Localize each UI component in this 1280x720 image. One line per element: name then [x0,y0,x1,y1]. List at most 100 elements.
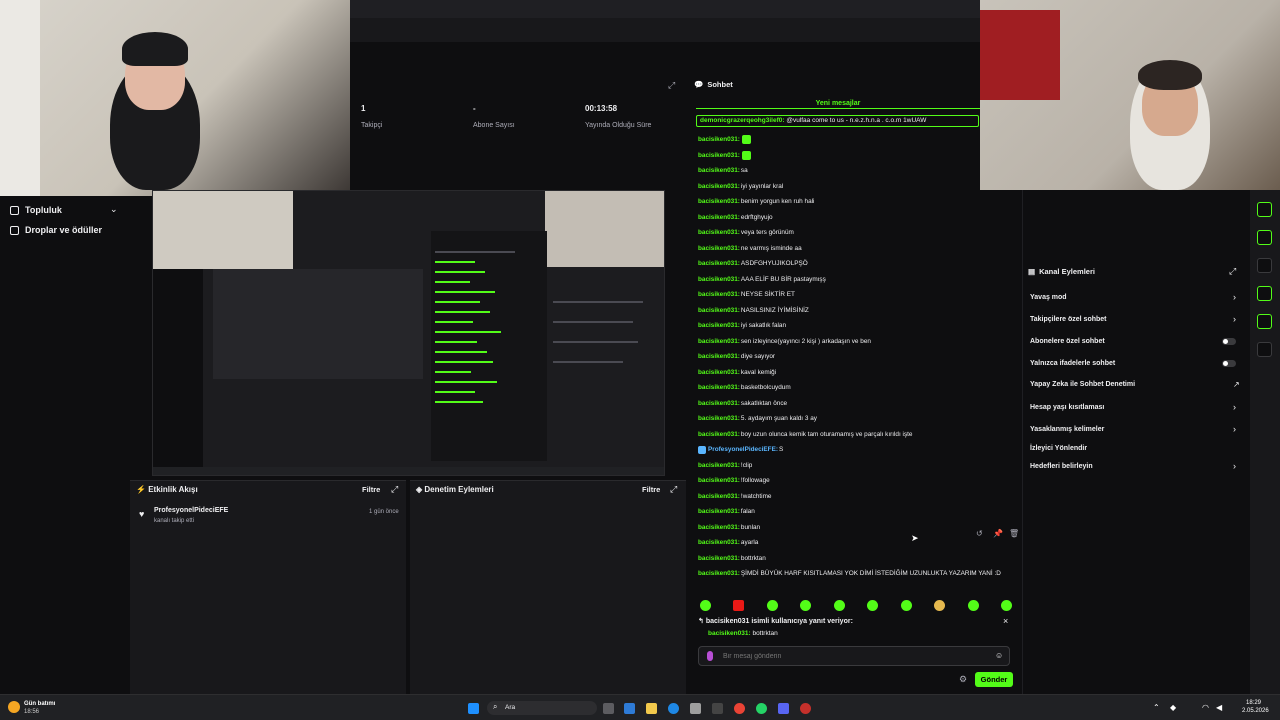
store-icon[interactable] [690,703,701,714]
chat-input[interactable] [723,650,983,662]
windows-start-icon[interactable] [468,703,479,714]
toolbar-stats-icon[interactable] [1257,258,1272,273]
chat-message[interactable]: bacisiken031: kaval kemiği [698,365,1018,381]
chevron-right-icon[interactable]: › [1233,314,1236,324]
delete-icon[interactable]: 🗑 [1009,529,1019,538]
chat-message[interactable]: bacisiken031: !watchtime [698,489,1018,505]
whatsapp-icon[interactable] [756,703,767,714]
chat-message[interactable]: bacisiken031: ASDFGHYUJIKOLPŞÖ [698,256,1018,272]
chat-message[interactable]: bacisiken031: veya ters görünüm [698,225,1018,241]
chat-message[interactable]: bacisiken031: benim yorgun ken ruh hali [698,194,1018,210]
chat-message[interactable]: bacisiken031: iyi sakatlık falan [698,318,1018,334]
clock-time[interactable]: 18:29 [1246,700,1261,706]
toolbar-actions-icon[interactable] [1257,286,1272,301]
chevron-up-icon[interactable]: ⌃ [1153,703,1160,712]
chat-message[interactable]: bacisiken031: bunlan [698,520,1018,536]
chat-message[interactable]: bacisiken031: falan [698,504,1018,520]
emote-icon[interactable] [833,600,845,611]
copilot-icon[interactable] [624,703,635,714]
emote-only-toggle[interactable] [1222,360,1236,367]
external-link-icon[interactable]: ↗ [1233,380,1240,389]
sidebar-item-topluluk[interactable]: Topluluk [10,205,62,215]
discord-icon[interactable] [778,703,789,714]
chevron-right-icon[interactable]: › [1233,292,1236,302]
settings-gear-icon[interactable]: ⚙ [959,674,967,685]
toolbar-info-icon[interactable] [1257,202,1272,217]
emote-icon[interactable] [867,600,879,611]
pinned-message[interactable]: demonicgrazerqeohg3ilef0: @vulfaa come t… [696,115,979,127]
chat-message[interactable]: bacisiken031: sen izleyince(yayıncı 2 kiş… [698,334,1018,350]
chat-message[interactable]: bacisiken031: boy uzun olunca kemik tam o… [698,427,1018,443]
action-set-goals[interactable]: Hedefleri belirleyin [1030,463,1093,470]
new-messages-label[interactable]: Yeni mesajlar [696,100,980,107]
chat-message[interactable]: bacisiken031: [698,148,1018,164]
chat-message[interactable]: bacisiken031: ŞİMDİ BÜYÜK HARF KISITLAMAS… [698,566,1018,582]
reply-icon[interactable]: ↺ [976,529,983,538]
send-button[interactable]: Gönder [975,672,1013,687]
weather-label[interactable]: Gün batımı [24,701,55,707]
edge-icon[interactable] [668,703,679,714]
action-slow-mode[interactable]: Yavaş mod [1030,294,1067,301]
emote-icon[interactable] [800,600,812,611]
chevron-right-icon[interactable]: › [1233,461,1236,471]
toolbar-add-icon[interactable] [1257,342,1272,357]
action-account-age[interactable]: Hesap yaşı kısıtlaması [1030,404,1104,411]
chat-message[interactable]: bacisiken031: 5. aydayım şuan kaldı 3 ay [698,411,1018,427]
emote-icon[interactable] [733,600,745,611]
activity-user[interactable]: ProfesyonelPideciEFE [154,507,228,514]
chat-message[interactable]: bacisiken031: diye sayıyor [698,349,1018,365]
chat-message[interactable]: bacisiken031: bottrktan [698,551,1018,567]
chat-message[interactable]: bacisiken031: edrftghyujo [698,210,1018,226]
activity-filter-button[interactable]: Filtre [362,485,380,494]
chat-message[interactable]: bacisiken031: sa [698,163,1018,179]
app-y-icon[interactable] [712,703,723,714]
activity-expand-icon[interactable]: ⤢ [391,484,398,495]
action-raid[interactable]: İzleyici Yönlendir [1030,445,1087,452]
emote-icon[interactable] [1000,600,1012,611]
wifi-icon[interactable]: ◠ [1202,703,1209,712]
task-view-icon[interactable] [603,703,614,714]
emote-icon[interactable] [766,600,778,611]
clock-date[interactable]: 2.05.2026 [1242,708,1269,714]
chat-message[interactable]: ProfesyonelPideciEFE: S [698,442,1018,458]
chat-message[interactable]: bacisiken031: !clip [698,458,1018,474]
chat-message[interactable]: bacisiken031: [698,132,1018,148]
taskbar-search[interactable]: ⌕ Ara [487,701,597,715]
chat-message[interactable]: bacisiken031: !followage [698,473,1018,489]
emoji-icon[interactable]: ☺ [995,651,1003,660]
chat-message[interactable]: bacisiken031: sakatlıktan önce [698,396,1018,412]
chat-message[interactable]: bacisiken031: ne varmış isminde aa [698,241,1018,257]
microphone-icon[interactable] [707,651,713,661]
emote-icon[interactable] [934,600,946,611]
action-ai-moderation[interactable]: Yapay Zeka ile Sohbet Denetimi [1030,381,1135,388]
actions-expand-icon[interactable]: ⤢ [1229,266,1236,277]
sidebar-item-drops[interactable]: Droplar ve ödüller [10,225,102,235]
stream-preview[interactable] [152,190,665,476]
action-followers-only[interactable]: Takipçilere özel sohbet [1030,316,1107,323]
volume-icon[interactable]: ◀ [1216,703,1222,712]
subscribers-only-toggle[interactable] [1222,338,1236,345]
action-banned-words[interactable]: Yasaklanmış kelimeler [1030,426,1104,433]
emote-icon[interactable] [700,600,711,611]
chat-message[interactable]: bacisiken031: basketbolcuydum [698,380,1018,396]
moderation-filter-button[interactable]: Filtre [642,485,660,494]
emote-icon[interactable] [967,600,979,611]
file-explorer-icon[interactable] [646,703,657,714]
chat-message[interactable]: bacisiken031: iyi yayınlar kral [698,179,1018,195]
chevron-right-icon[interactable]: › [1233,402,1236,412]
chat-message[interactable]: bacisiken031: ayarla [698,535,1018,551]
chevron-right-icon[interactable]: › [1233,424,1236,434]
emote-icon[interactable] [900,600,912,611]
toolbar-tools-icon[interactable] [1257,314,1272,329]
network-icon[interactable]: ◆ [1170,703,1176,712]
toolbar-chat-icon[interactable] [1257,230,1272,245]
close-icon[interactable]: × [1003,616,1008,626]
expand-icon[interactable]: ⤢ [668,80,675,91]
obs-icon[interactable] [800,703,811,714]
chat-message[interactable]: bacisiken031: NEYSE SİKTİR ET [698,287,1018,303]
chat-message[interactable]: bacisiken031: AAA ELİF BU BİR pastaymışş [698,272,1018,288]
action-emote-only[interactable]: Yalnızca ifadelerle sohbet [1030,360,1115,367]
moderation-expand-icon[interactable]: ⤢ [670,484,677,495]
chat-message[interactable]: bacisiken031: NASILSINIZ İYİMİSİNİZ [698,303,1018,319]
chevron-down-icon[interactable]: ⌄ [110,204,118,215]
